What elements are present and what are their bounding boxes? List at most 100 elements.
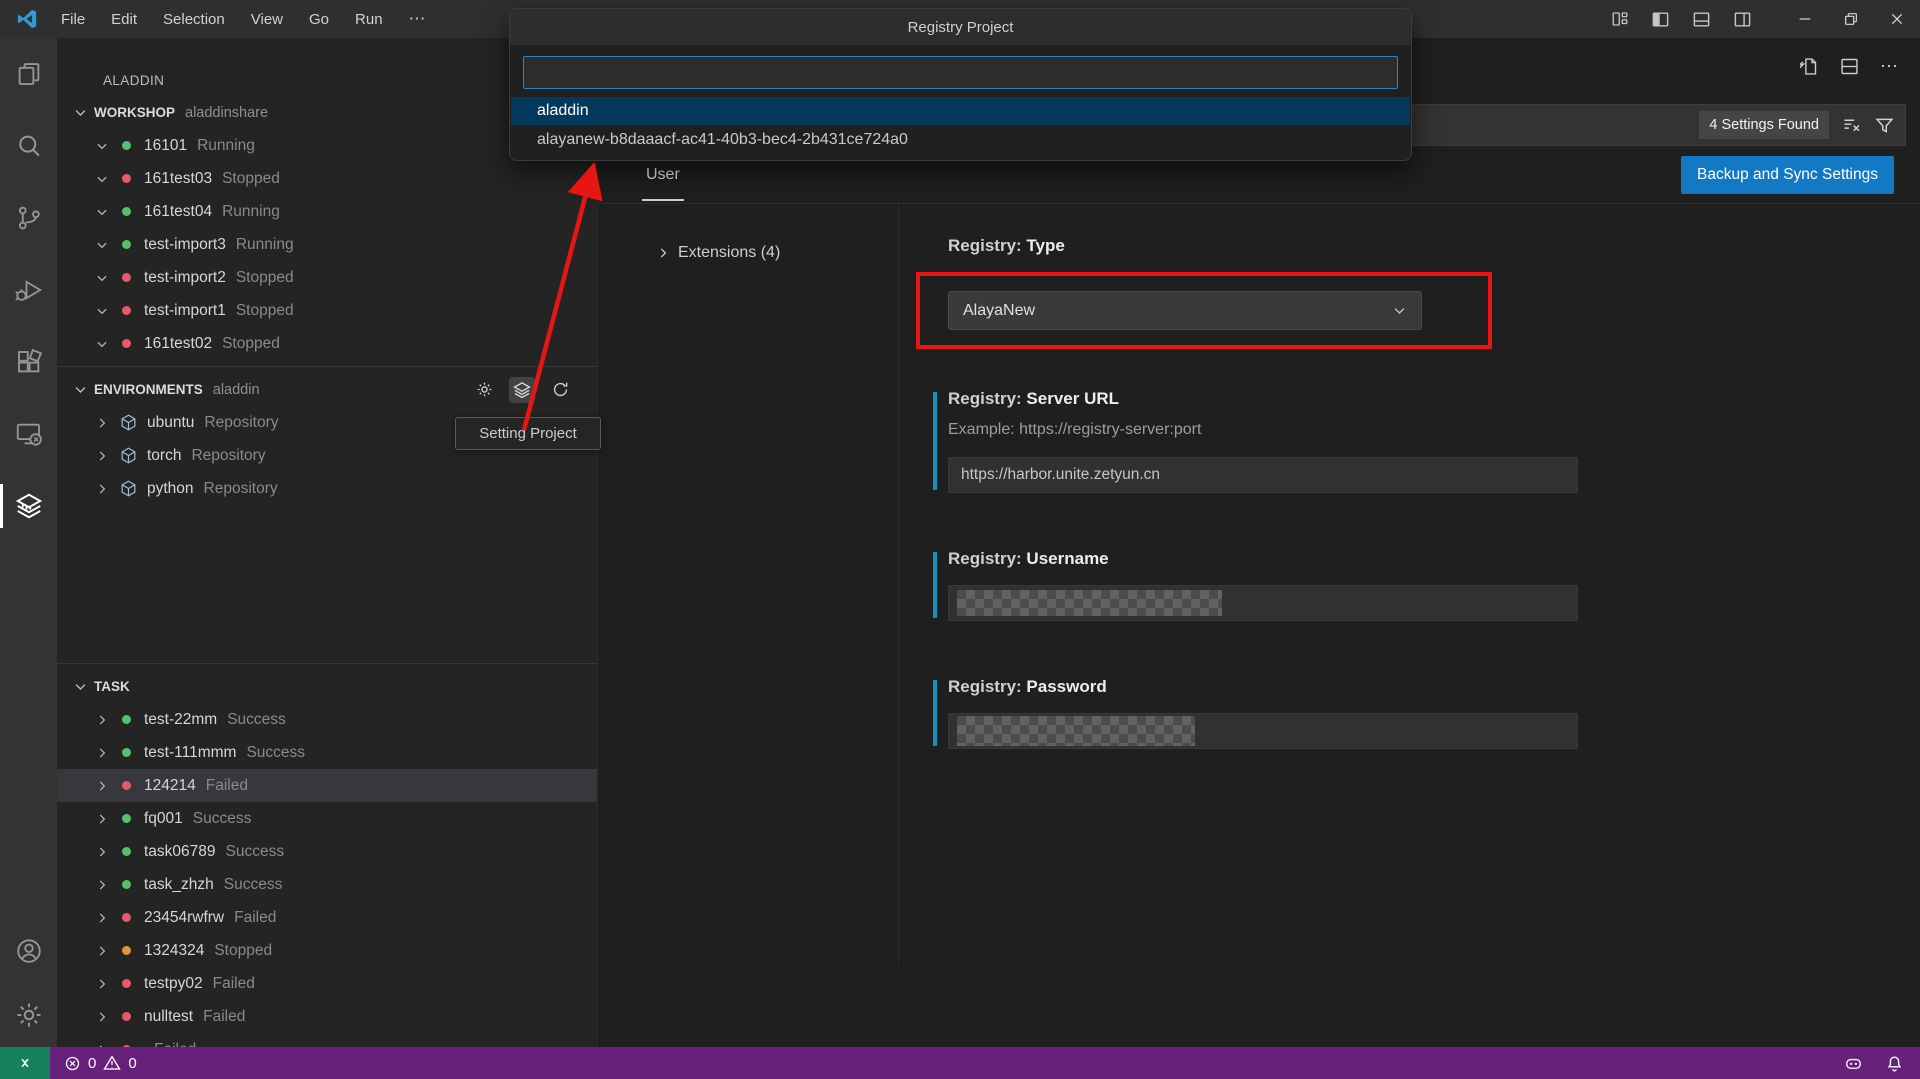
customize-layout-icon[interactable] [1611,10,1629,28]
settings-gear-icon[interactable] [471,377,497,403]
toc-divider [898,204,899,964]
workshop-item[interactable]: 161test02 Stopped [57,327,597,360]
chevron-down-icon[interactable] [95,205,109,219]
chevron-down-icon[interactable] [95,271,109,285]
menu-item[interactable]: View [238,0,296,38]
registry-username-input[interactable] [948,585,1578,621]
toggle-primary-sidebar-icon[interactable] [1651,10,1670,29]
backup-and-sync-settings-button[interactable]: Backup and Sync Settings [1681,156,1894,194]
chevron-down-icon [73,679,88,694]
menu-item[interactable]: Go [296,0,342,38]
task-item[interactable]: fq001 Success [57,802,597,835]
chevron-right-icon[interactable] [95,977,109,991]
task-item[interactable]: test-22mm Success [57,703,597,736]
task-item[interactable]: test-111mmm Success [57,736,597,769]
extensions-icon[interactable] [0,326,57,398]
accounts-icon[interactable] [0,919,57,983]
task-item[interactable]: 124214 Failed [57,769,597,802]
problems-summary[interactable]: 0 0 [64,1054,137,1072]
workshop-item-name: 16101 [144,137,187,155]
setting-registry-password: Registry: Password [948,677,1598,749]
split-editor-icon[interactable] [1839,56,1860,77]
toggle-panel-icon[interactable] [1692,10,1711,29]
setting-project-tooltip: Setting Project [455,417,601,450]
task-item[interactable]: 1324324 Stopped [57,934,597,967]
setting-project-layers-icon[interactable] [509,377,535,403]
chevron-right-icon[interactable] [95,746,109,760]
task-item[interactable]: Failed [57,1033,597,1047]
task-section-header[interactable]: TASK [57,670,597,703]
menu-item[interactable]: Run [342,0,396,38]
aladdin-extension-icon[interactable] [0,470,57,542]
source-control-icon[interactable] [0,182,57,254]
remote-indicator[interactable] [0,1047,50,1079]
run-and-debug-icon[interactable] [0,254,57,326]
remote-explorer-icon[interactable] [0,398,57,470]
task-item[interactable]: testpy02 Failed [57,967,597,1000]
sidebar-spacer [57,505,597,657]
setting-label: Registry: Password [948,677,1598,697]
tab-user[interactable]: User [646,166,680,184]
close-button[interactable] [1874,0,1920,38]
quick-pick-option[interactable]: alayanew-b8daaacf-ac41-40b3-bec4-2b431ce… [511,125,1410,154]
environments-actions [471,377,573,403]
refresh-icon[interactable] [547,377,573,403]
task-item[interactable]: task06789 Success [57,835,597,868]
workshop-item[interactable]: test-import3 Running [57,228,597,261]
menu-more-button[interactable]: ⋯ [396,9,440,29]
filter-settings-icon[interactable] [1874,115,1895,136]
menu-item[interactable]: Edit [98,0,150,38]
open-settings-json-icon[interactable] [1798,56,1819,77]
environment-item[interactable]: python Repository [57,472,597,505]
workshop-item[interactable]: 161test04 Running [57,195,597,228]
workshop-item[interactable]: test-import2 Stopped [57,261,597,294]
task-item[interactable]: 23454rwfrw Failed [57,901,597,934]
setting-category: Registry: [948,677,1022,696]
chevron-down-icon[interactable] [95,304,109,318]
quick-pick-input[interactable] [523,56,1398,89]
task-item[interactable]: nulltest Failed [57,1000,597,1033]
chevron-right-icon[interactable] [95,449,109,463]
more-actions-icon[interactable]: ⋯ [1880,56,1900,77]
section-divider [57,663,597,664]
task-item[interactable]: task_zhzh Success [57,868,597,901]
workshop-item[interactable]: test-import1 Stopped [57,294,597,327]
workshop-item[interactable]: 161test03 Stopped [57,162,597,195]
copilot-icon[interactable] [1844,1054,1863,1073]
manage-gear-icon[interactable] [0,983,57,1047]
error-count: 0 [88,1055,96,1072]
chevron-right-icon[interactable] [95,812,109,826]
menu-item[interactable]: File [48,0,98,38]
notifications-bell-icon[interactable] [1885,1054,1904,1073]
quick-pick-option[interactable]: aladdin [511,97,1410,125]
toggle-secondary-sidebar-icon[interactable] [1733,10,1752,29]
status-dot [122,207,131,216]
minimize-button[interactable] [1782,0,1828,38]
toc-extensions[interactable]: Extensions (4) [656,244,898,262]
chevron-right-icon[interactable] [95,845,109,859]
chevron-right-icon[interactable] [95,482,109,496]
search-icon[interactable] [0,110,57,182]
registry-type-select[interactable]: AlayaNew [948,291,1422,330]
chevron-down-icon[interactable] [95,139,109,153]
clear-settings-search-icon[interactable] [1841,115,1862,136]
chevron-down-icon[interactable] [95,337,109,351]
chevron-right-icon[interactable] [95,1010,109,1024]
chevron-down-icon[interactable] [95,238,109,252]
chevron-right-icon[interactable] [95,944,109,958]
redacted-value [957,716,1195,746]
chevron-right-icon[interactable] [95,713,109,727]
registry-password-input[interactable] [948,713,1578,749]
registry-server-url-input[interactable] [948,457,1578,493]
chevron-right-icon[interactable] [95,416,109,430]
chevron-right-icon[interactable] [95,878,109,892]
menu-item[interactable]: Selection [150,0,238,38]
environments-section-header[interactable]: ENVIRONMENTS aladdin [57,373,597,406]
explorer-icon[interactable] [0,38,57,110]
chevron-right-icon[interactable] [95,779,109,793]
chevron-down-icon[interactable] [95,172,109,186]
restore-button[interactable] [1828,0,1874,38]
workshop-item-status: Running [236,236,294,254]
setting-label: Registry: Username [948,549,1598,569]
chevron-right-icon[interactable] [95,911,109,925]
